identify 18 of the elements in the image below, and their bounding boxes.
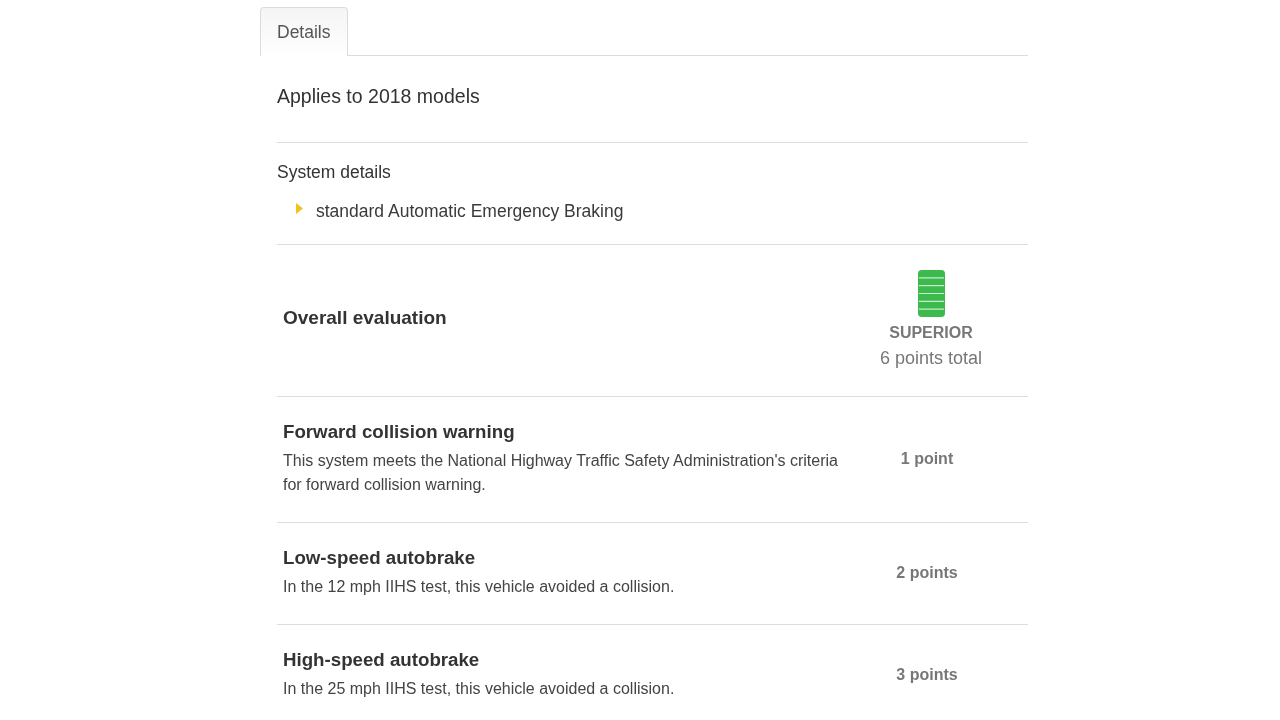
criterion-description: In the 25 mph IIHS test, this vehicle avoided a collision. bbox=[283, 679, 676, 699]
rating-label: SUPERIOR bbox=[889, 323, 973, 343]
tab[interactable]: Details bbox=[260, 7, 348, 56]
criterion-title: Forward collision warning bbox=[283, 420, 515, 444]
points-text: 2 points bbox=[896, 563, 959, 582]
model-year-text: Applies to 2018 models bbox=[277, 84, 480, 109]
points-text: 1 point bbox=[900, 449, 955, 468]
criterion-description: This system meets the National Highway Traffic Safety Administration's criteria for forward collision warning. bbox=[283, 451, 839, 495]
criterion-title: Low-speed autobrake bbox=[283, 546, 476, 570]
criterion-description: In the 12 mph IIHS test, this vehicle avoided a collision. bbox=[283, 577, 676, 597]
triangle-bullet-icon bbox=[296, 202, 303, 214]
rating-meter-icon bbox=[917, 270, 945, 317]
evaluation-label: Overall evaluation bbox=[283, 306, 447, 329]
criterion-title: High-speed autobrake bbox=[283, 648, 480, 672]
points-total-text: 6 points total bbox=[879, 347, 983, 370]
section-heading: System details bbox=[277, 161, 391, 183]
points-text: 3 points bbox=[896, 665, 959, 684]
list-item-text: standard Automatic Emergency Braking bbox=[316, 200, 624, 222]
